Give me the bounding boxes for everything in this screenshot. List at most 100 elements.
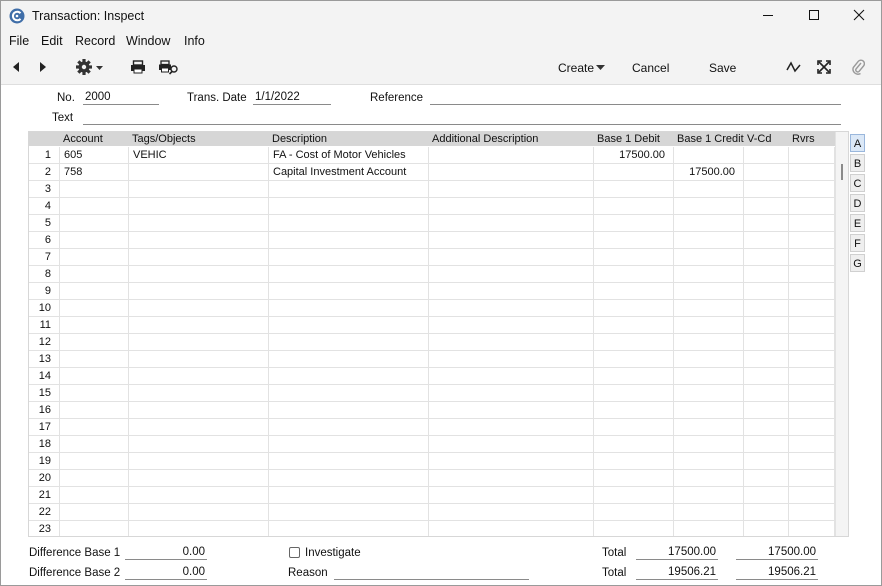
description-cell[interactable] bbox=[269, 453, 429, 469]
v-cd-cell[interactable] bbox=[744, 317, 789, 333]
base1-debit-cell[interactable] bbox=[594, 487, 674, 503]
account-cell[interactable]: 758 bbox=[60, 164, 129, 180]
description-cell[interactable] bbox=[269, 334, 429, 350]
minimize-button[interactable] bbox=[745, 1, 791, 32]
table-row[interactable]: 11 bbox=[29, 317, 835, 334]
v-cd-cell[interactable] bbox=[744, 198, 789, 214]
account-cell[interactable] bbox=[60, 402, 129, 418]
additional-description-cell[interactable] bbox=[429, 215, 594, 231]
rvrs-cell[interactable] bbox=[789, 385, 835, 401]
reason-field[interactable] bbox=[334, 566, 529, 580]
rvrs-cell[interactable] bbox=[789, 300, 835, 316]
description-cell[interactable] bbox=[269, 232, 429, 248]
table-row[interactable]: 23 bbox=[29, 521, 835, 536]
maximize-button[interactable] bbox=[791, 1, 837, 32]
additional-description-cell[interactable] bbox=[429, 283, 594, 299]
base1-credit-cell[interactable] bbox=[674, 470, 744, 486]
account-cell[interactable] bbox=[60, 351, 129, 367]
v-cd-cell[interactable] bbox=[744, 215, 789, 231]
menu-file[interactable]: File bbox=[9, 34, 29, 48]
tags-objects-cell[interactable] bbox=[129, 300, 269, 316]
base1-debit-cell[interactable] bbox=[594, 402, 674, 418]
account-cell[interactable] bbox=[60, 334, 129, 350]
table-row[interactable]: 19 bbox=[29, 453, 835, 470]
additional-description-cell[interactable] bbox=[429, 351, 594, 367]
v-cd-cell[interactable] bbox=[744, 419, 789, 435]
v-cd-cell[interactable] bbox=[744, 249, 789, 265]
v-cd-cell[interactable] bbox=[744, 487, 789, 503]
additional-description-cell[interactable] bbox=[429, 266, 594, 282]
rvrs-cell[interactable] bbox=[789, 419, 835, 435]
table-row[interactable]: 1 605 VEHIC FA - Cost of Motor Vehicles 1750… bbox=[29, 147, 835, 164]
base1-credit-cell[interactable] bbox=[674, 232, 744, 248]
grid-scrollbar[interactable] bbox=[835, 132, 848, 536]
print-preview-icon[interactable] bbox=[158, 59, 180, 75]
account-cell[interactable] bbox=[60, 181, 129, 197]
tags-objects-cell[interactable] bbox=[129, 232, 269, 248]
rvrs-cell[interactable] bbox=[789, 283, 835, 299]
table-row[interactable]: 9 bbox=[29, 283, 835, 300]
account-cell[interactable] bbox=[60, 317, 129, 333]
header-description[interactable]: Description bbox=[269, 132, 429, 146]
rvrs-cell[interactable] bbox=[789, 215, 835, 231]
base1-credit-cell[interactable] bbox=[674, 419, 744, 435]
rvrs-cell[interactable] bbox=[789, 249, 835, 265]
table-row[interactable]: 4 bbox=[29, 198, 835, 215]
tab-d[interactable]: D bbox=[850, 194, 865, 212]
base1-credit-cell[interactable]: 17500.00 bbox=[674, 164, 744, 180]
additional-description-cell[interactable] bbox=[429, 232, 594, 248]
expand-icon[interactable] bbox=[816, 59, 832, 75]
account-cell[interactable] bbox=[60, 198, 129, 214]
description-cell[interactable] bbox=[269, 487, 429, 503]
table-row[interactable]: 6 bbox=[29, 232, 835, 249]
activity-icon[interactable] bbox=[786, 60, 802, 74]
description-cell[interactable]: FA - Cost of Motor Vehicles bbox=[269, 147, 429, 163]
rvrs-cell[interactable] bbox=[789, 521, 835, 536]
base1-credit-cell[interactable] bbox=[674, 436, 744, 452]
additional-description-cell[interactable] bbox=[429, 368, 594, 384]
table-row[interactable]: 15 bbox=[29, 385, 835, 402]
v-cd-cell[interactable] bbox=[744, 453, 789, 469]
description-cell[interactable] bbox=[269, 504, 429, 520]
menu-info[interactable]: Info bbox=[184, 34, 205, 48]
account-cell[interactable] bbox=[60, 300, 129, 316]
table-row[interactable]: 12 bbox=[29, 334, 835, 351]
base1-credit-cell[interactable] bbox=[674, 147, 744, 163]
table-row[interactable]: 13 bbox=[29, 351, 835, 368]
description-cell[interactable] bbox=[269, 283, 429, 299]
header-tags-objects[interactable]: Tags/Objects bbox=[129, 132, 269, 146]
table-row[interactable]: 16 bbox=[29, 402, 835, 419]
description-cell[interactable] bbox=[269, 215, 429, 231]
base1-credit-cell[interactable] bbox=[674, 385, 744, 401]
chevron-down-icon[interactable] bbox=[595, 64, 605, 72]
tags-objects-cell[interactable] bbox=[129, 198, 269, 214]
header-additional-description[interactable]: Additional Description bbox=[429, 132, 594, 146]
gear-icon[interactable] bbox=[75, 58, 105, 76]
description-cell[interactable] bbox=[269, 266, 429, 282]
base1-credit-cell[interactable] bbox=[674, 317, 744, 333]
base1-debit-cell[interactable] bbox=[594, 334, 674, 350]
table-row[interactable]: 22 bbox=[29, 504, 835, 521]
additional-description-cell[interactable] bbox=[429, 504, 594, 520]
account-cell[interactable] bbox=[60, 385, 129, 401]
rvrs-cell[interactable] bbox=[789, 181, 835, 197]
base1-debit-cell[interactable] bbox=[594, 181, 674, 197]
table-row[interactable]: 21 bbox=[29, 487, 835, 504]
v-cd-cell[interactable] bbox=[744, 181, 789, 197]
account-cell[interactable] bbox=[60, 453, 129, 469]
rvrs-cell[interactable] bbox=[789, 198, 835, 214]
rvrs-cell[interactable] bbox=[789, 351, 835, 367]
header-v-cd[interactable]: V-Cd bbox=[744, 132, 789, 146]
base1-credit-cell[interactable] bbox=[674, 521, 744, 536]
rvrs-cell[interactable] bbox=[789, 334, 835, 350]
table-row[interactable]: 18 bbox=[29, 436, 835, 453]
tags-objects-cell[interactable] bbox=[129, 351, 269, 367]
base1-debit-cell[interactable] bbox=[594, 215, 674, 231]
v-cd-cell[interactable] bbox=[744, 385, 789, 401]
reference-field[interactable] bbox=[430, 91, 841, 105]
base1-credit-cell[interactable] bbox=[674, 181, 744, 197]
account-cell[interactable] bbox=[60, 283, 129, 299]
tags-objects-cell[interactable] bbox=[129, 249, 269, 265]
base1-debit-cell[interactable] bbox=[594, 232, 674, 248]
arrow-left-icon[interactable] bbox=[10, 60, 22, 74]
